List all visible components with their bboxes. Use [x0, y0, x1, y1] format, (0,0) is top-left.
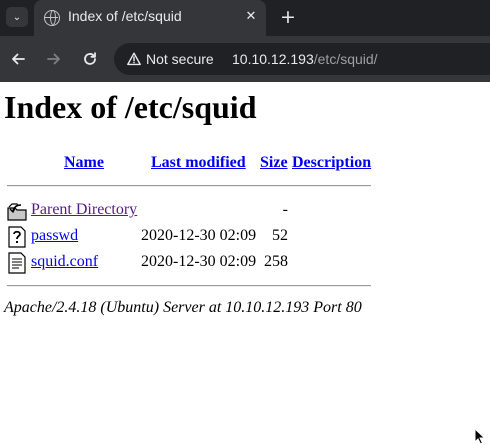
address-bar[interactable]: Not secure 10.10.12.193/etc/squid/	[114, 43, 490, 75]
row-modified: 2020-12-30 02:09	[141, 253, 257, 270]
row-size: -	[282, 201, 288, 218]
page-title: Index of /etc/squid	[4, 89, 257, 125]
globe-icon	[44, 10, 60, 26]
column-header-description[interactable]: Description	[292, 154, 371, 172]
column-header-name[interactable]: Name	[64, 154, 104, 172]
server-signature: Apache/2.4.18 (Ubuntu) Server at 10.10.1…	[4, 299, 362, 316]
page-content: Index of /etc/squid Name Last modified S…	[0, 82, 490, 445]
tab-title: Index of /etc/squid	[68, 8, 182, 24]
security-chip[interactable]: Not secure	[121, 46, 222, 72]
url-host: 10.10.12.193	[232, 51, 314, 67]
security-label: Not secure	[146, 51, 214, 67]
divider	[7, 185, 371, 187]
row-modified: 2020-12-30 02:09	[141, 227, 257, 244]
row-size: 52	[272, 227, 288, 244]
row-name-link[interactable]: Parent Directory	[31, 201, 137, 219]
column-header-size[interactable]: Size	[260, 154, 288, 172]
url-text[interactable]: 10.10.12.193/etc/squid/	[232, 51, 378, 67]
row-size: 258	[264, 253, 288, 270]
unknown-file-icon	[8, 226, 26, 248]
browser-toolbar: Not secure 10.10.12.193/etc/squid/	[0, 36, 490, 82]
close-icon[interactable]: ✕	[241, 6, 261, 26]
browser-tab[interactable]: Index of /etc/squid ✕	[34, 0, 266, 36]
back-arrow-icon[interactable]	[6, 47, 30, 71]
row-name-link[interactable]: passwd	[31, 227, 78, 245]
text-file-icon	[8, 252, 26, 274]
plus-icon[interactable]: +	[276, 5, 300, 29]
folder-back-icon	[7, 203, 27, 221]
url-path: /etc/squid/	[313, 51, 378, 67]
reload-icon[interactable]	[78, 47, 102, 71]
warning-triangle-icon	[127, 52, 141, 66]
column-header-last-modified[interactable]: Last modified	[151, 154, 246, 172]
mouse-cursor-icon	[474, 428, 486, 445]
row-name-link[interactable]: squid.conf	[31, 253, 98, 271]
chevron-down-icon[interactable]: ⌄	[6, 7, 28, 27]
table-row: passwd 2020-12-30 02:09 52	[0, 225, 380, 251]
tab-strip: ⌄ Index of /etc/squid ✕ +	[0, 0, 490, 36]
forward-arrow-icon[interactable]	[42, 47, 66, 71]
table-row: Parent Directory -	[0, 199, 380, 225]
table-row: squid.conf 2020-12-30 02:09 258	[0, 251, 380, 277]
divider	[7, 285, 371, 287]
